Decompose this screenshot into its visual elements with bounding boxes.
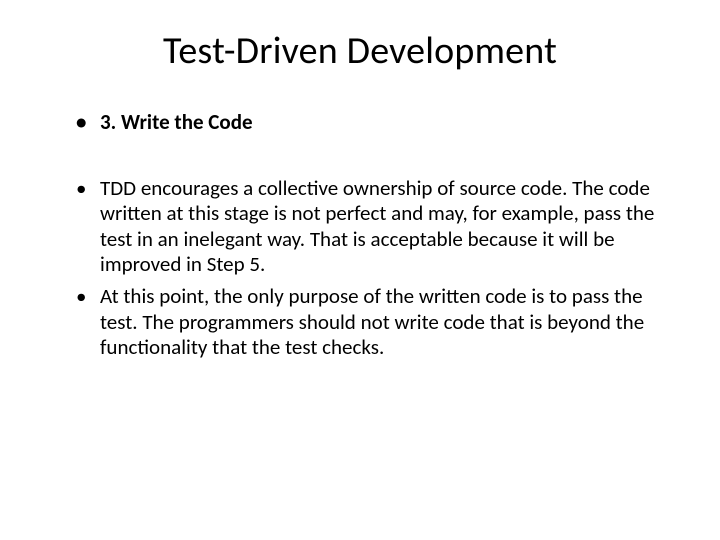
bullet-list: 3. Write the Code xyxy=(48,110,672,136)
bullet-item: 3. Write the Code xyxy=(76,110,672,136)
bullet-item: At this point, the only purpose of the w… xyxy=(76,284,672,361)
bullet-list: TDD encourages a collective ownership of… xyxy=(48,176,672,361)
bullet-item: TDD encourages a collective ownership of… xyxy=(76,176,672,278)
spacer xyxy=(48,142,672,176)
slide-title: Test-Driven Development xyxy=(48,28,672,74)
